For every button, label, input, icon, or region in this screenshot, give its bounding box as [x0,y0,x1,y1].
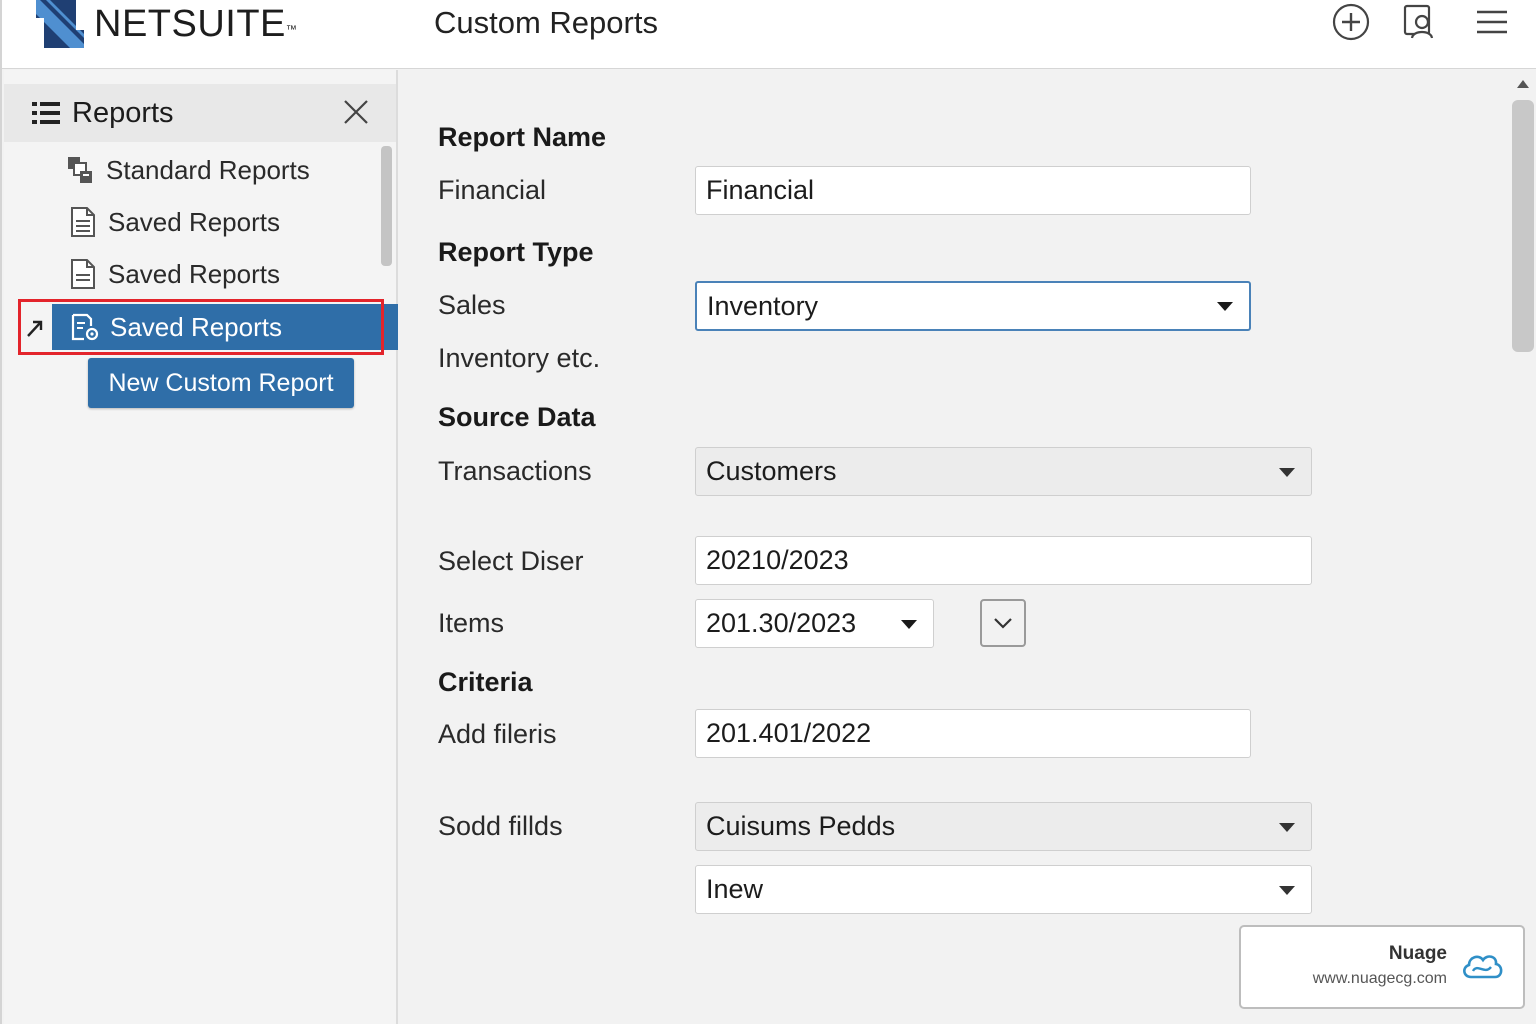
netsuite-logo-mark-icon [36,0,84,48]
source-data-value: Customers [706,456,837,486]
scroll-up-arrow-icon[interactable] [1517,80,1529,88]
expand-dropdown-button[interactable] [980,599,1026,647]
sidebar-scrollbar[interactable] [381,146,392,266]
sodd-fillds-value: Cuisums Pedds [706,811,896,841]
saved-report-gear-icon [70,312,100,342]
top-bar: NETSUITE™ Custom Reports [2,0,1536,69]
sidebar-item-label: Saved Reports [108,206,280,237]
app-window: NETSUITE™ Custom Reports Reports Standar… [0,0,1536,1024]
criteria-heading: Criteria [438,667,533,697]
scrollbar-thumb[interactable] [1512,100,1534,352]
chevron-down-icon [1279,885,1295,895]
transactions-label: Transactions [438,456,592,486]
chevron-down-icon [901,619,917,629]
watermark-url: www.nuagecg.com [1312,970,1447,987]
expand-arrow-icon[interactable] [24,314,48,340]
netsuite-logo[interactable]: NETSUITE™ [36,0,297,48]
cloud-logo-icon [1459,949,1505,988]
new-custom-report-button[interactable]: New Custom Report [88,358,354,408]
select-diser-value: 20210/2023 [706,545,849,575]
items-select[interactable]: 201.30/2023 [695,599,934,648]
chevron-down-icon [1217,302,1233,311]
report-name-input[interactable]: Financial [695,166,1251,215]
select-diser-label: Select Diser [438,546,584,576]
document-icon [66,258,100,290]
add-fileris-input[interactable]: 201.401/2022 [695,709,1251,758]
sidebar-item-saved-reports-active[interactable]: Saved Reports [52,304,398,350]
report-form: Report Name Financial Financial Report T… [400,70,1510,1024]
reports-sidebar: Reports Standard Reports Saved Reports S… [4,70,398,1024]
items-value: 201.30/2023 [706,608,857,638]
main-scrollbar[interactable] [1510,70,1536,1024]
report-type-heading: Report Type [438,237,594,267]
watermark-name: Nuage [1388,943,1447,964]
sidebar-item-label: Standard Reports [106,154,310,185]
sidebar-item-saved-reports-2[interactable]: Saved Reports [66,254,280,294]
standard-reports-icon [64,154,98,186]
hamburger-menu-icon[interactable] [1472,2,1512,42]
source-data-heading: Source Data [438,402,596,432]
inew-value: Inew [706,874,764,904]
sidebar-item-saved-reports[interactable]: Saved Reports [66,202,280,242]
items-label: Items [438,608,505,638]
inventory-etc-label: Inventory etc. [438,343,601,373]
brand-name: NETSUITE™ [94,3,298,45]
sodd-fillds-select[interactable]: Cuisums Pedds [695,802,1312,851]
report-type-select[interactable]: Inventory [695,281,1251,331]
sidebar-item-standard-reports[interactable]: Standard Reports [64,150,310,190]
list-icon [32,101,60,130]
sales-label: Sales [438,290,506,320]
sodd-fillds-label: Sodd fillds [438,811,563,841]
report-name-value: Financial [706,175,815,205]
chevron-down-icon [1279,822,1295,832]
sidebar-title: Reports [72,97,174,129]
select-diser-input[interactable]: 20210/2023 [695,536,1312,585]
chevron-down-icon [994,618,1012,629]
page-title: Custom Reports [434,5,658,40]
report-type-value: Inventory [707,290,819,321]
sidebar-item-label: Saved Reports [110,311,282,342]
report-name-heading: Report Name [438,122,607,152]
sidebar-item-label: Saved Reports [108,258,280,289]
plus-circle-icon[interactable] [1331,2,1371,42]
inew-select[interactable]: Inew [695,865,1312,914]
close-icon[interactable] [340,96,372,128]
document-icon [66,206,100,238]
nuage-watermark: Nuage www.nuagecg.com [1239,925,1525,1009]
add-fileris-value: 201.401/2022 [706,718,872,748]
source-data-select[interactable]: Customers [695,447,1312,496]
add-fileris-label: Add fileris [438,719,557,749]
user-badge-icon[interactable] [1400,2,1440,42]
sidebar-header: Reports [4,84,396,142]
financial-label: Financial [438,175,547,205]
chevron-down-icon [1279,467,1295,477]
